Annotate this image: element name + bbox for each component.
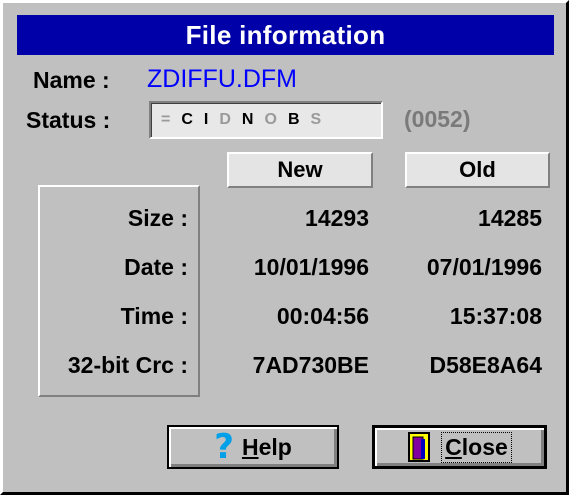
date-new-value: 10/01/1996: [253, 254, 369, 280]
crc-old-value: D58E8A64: [429, 352, 542, 378]
status-flag-d: D: [219, 111, 231, 128]
name-label: Name :: [33, 67, 110, 93]
size-old-value: 14285: [478, 205, 542, 231]
status-flag-b: B: [287, 111, 300, 128]
status-flag-s: S: [310, 111, 322, 128]
status-flags-box: = C I D N O B S: [149, 101, 383, 139]
column-header-old-label: Old: [459, 157, 496, 182]
close-button[interactable]: Close: [372, 425, 547, 469]
row-label-date: Date :: [124, 254, 188, 280]
status-flag-i: I: [203, 111, 209, 128]
size-new-value: 14293: [305, 205, 369, 231]
help-button[interactable]: ? Help: [167, 425, 339, 469]
row-label-size: Size :: [127, 205, 188, 231]
column-header-new-label: New: [277, 157, 323, 182]
title-bar: File information: [17, 15, 554, 55]
status-flag-c: C: [181, 111, 193, 128]
status-flag-equal: =: [161, 111, 171, 128]
help-button-label: Help: [241, 433, 292, 460]
status-label: Status :: [26, 107, 111, 133]
time-new-value: 00:04:56: [276, 303, 369, 329]
dialog-title: File information: [185, 19, 386, 50]
column-header-new: New: [227, 152, 373, 188]
file-name-value: ZDIFFU.DFM: [147, 65, 297, 93]
row-label-time: Time :: [120, 303, 188, 329]
time-old-value: 15:37:08: [449, 303, 542, 329]
column-header-old: Old: [405, 152, 550, 188]
row-label-crc: 32-bit Crc :: [67, 352, 188, 378]
question-mark-icon: ?: [214, 427, 234, 467]
door-exit-icon: [408, 432, 431, 462]
close-button-label: Close: [441, 431, 512, 463]
crc-new-value: 7AD730BE: [252, 352, 369, 378]
file-information-dialog: File information Name : ZDIFFU.DFM Statu…: [0, 0, 569, 495]
status-flag-o: O: [264, 111, 277, 128]
date-old-value: 07/01/1996: [426, 254, 542, 280]
status-code: (0052): [404, 106, 471, 132]
status-flag-n: N: [241, 111, 254, 128]
